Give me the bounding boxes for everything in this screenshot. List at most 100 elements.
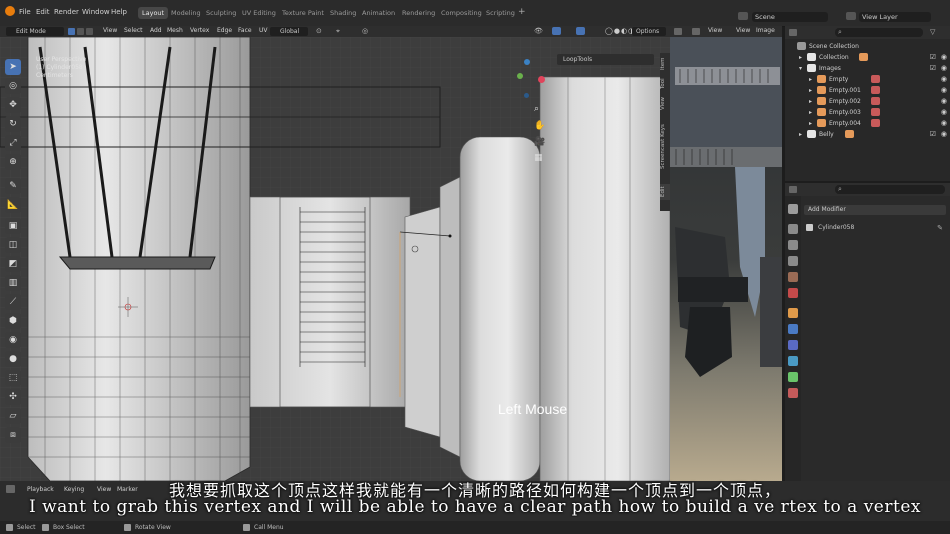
view-layer-selector[interactable]: View Layer	[859, 12, 931, 22]
modifier-tab-icon[interactable]	[788, 324, 798, 334]
outliner-row-belly[interactable]: ▸ Belly ☑ ◉	[785, 129, 950, 140]
expand-arrow-icon[interactable]: ▸	[809, 96, 812, 107]
outliner-row-collection[interactable]: ▸ Collection ☑ ◉	[785, 52, 950, 63]
tab-compositing[interactable]: Compositing	[437, 7, 486, 19]
img-menu-image[interactable]: Image	[756, 27, 775, 34]
output-tab-icon[interactable]	[788, 240, 798, 250]
mode-selector[interactable]: Edit Mode	[6, 27, 64, 36]
view-layer-icon[interactable]	[846, 12, 856, 20]
tab-animation[interactable]: Animation	[358, 7, 399, 19]
npanel-tab-view[interactable]: View	[660, 96, 670, 111]
vp-menu-face[interactable]: Face	[238, 27, 252, 34]
expand-arrow-icon[interactable]: ▸	[809, 85, 812, 96]
tab-modeling[interactable]: Modeling	[167, 7, 205, 19]
y-axis-icon[interactable]	[517, 73, 523, 79]
menu-window[interactable]: Window	[82, 8, 110, 16]
tab-rendering[interactable]: Rendering	[398, 7, 439, 19]
inset-tool-icon[interactable]: ◫	[5, 237, 21, 253]
x-axis-icon[interactable]	[538, 76, 545, 83]
poly-build-tool-icon[interactable]: ⬢	[5, 313, 21, 329]
blender-logo-icon[interactable]	[5, 6, 15, 16]
rotate-tool-icon[interactable]: ↻	[5, 116, 21, 132]
smooth-tool-icon[interactable]: ●	[5, 351, 21, 367]
filter-icon[interactable]: ▽	[930, 28, 935, 36]
overlay-toggle-icon[interactable]	[576, 27, 585, 35]
image-editor[interactable]: View View Image	[670, 26, 782, 481]
rip-tool-icon[interactable]: ⧈	[5, 427, 21, 443]
select-tool-icon[interactable]: ➤	[5, 59, 21, 75]
zoom-icon[interactable]: ⌕	[534, 104, 539, 114]
vp-menu-uv[interactable]: UV	[259, 27, 268, 34]
npanel-tab-screencast-keys[interactable]: Screencast Keys	[660, 115, 670, 179]
eye-icon[interactable]: ◉	[941, 74, 947, 85]
img-menu-view[interactable]: View	[708, 27, 722, 34]
render-tab-icon[interactable]	[788, 224, 798, 234]
object-tab-icon[interactable]	[788, 308, 798, 318]
vp-menu-edge[interactable]: Edge	[217, 27, 232, 34]
particles-tab-icon[interactable]	[788, 340, 798, 350]
loop-cut-tool-icon[interactable]: ▥	[5, 275, 21, 291]
gizmo-toggle-icon[interactable]	[552, 27, 561, 35]
properties-editor[interactable]: ⌕ Add Modifier Cylinder058 ✎	[785, 183, 950, 483]
shear-tool-icon[interactable]: ▱	[5, 408, 21, 424]
outliner-row-scene-collection[interactable]: Scene Collection	[785, 41, 950, 52]
vp-menu-mesh[interactable]: Mesh	[167, 27, 183, 34]
tab-texture-paint[interactable]: Texture Paint	[278, 7, 328, 19]
outliner-row-images[interactable]: ▾ Images ☑ ◉	[785, 63, 950, 74]
camera-icon[interactable]: 🎥	[534, 137, 545, 147]
edge-slide-tool-icon[interactable]: ⬚	[5, 370, 21, 386]
scene-selector[interactable]: Scene	[752, 12, 828, 22]
extrude-tool-icon[interactable]: ▣	[5, 218, 21, 234]
expand-arrow-icon[interactable]: ▸	[809, 118, 812, 129]
eye-icon[interactable]: ◉	[941, 107, 947, 118]
knife-tool-icon[interactable]: ⟋	[5, 294, 21, 310]
visibility-icon[interactable]: 👁	[534, 27, 543, 35]
image-mode-icon[interactable]	[692, 28, 700, 35]
add-workspace-icon[interactable]: +	[518, 7, 526, 17]
orientation-selector[interactable]: Global	[270, 27, 308, 36]
scene-tab-icon[interactable]	[788, 272, 798, 282]
tab-uv-editing[interactable]: UV Editing	[238, 7, 280, 19]
navigation-gizmo[interactable]	[517, 56, 545, 100]
tab-sculpting[interactable]: Sculpting	[202, 7, 240, 19]
data-tab-icon[interactable]	[788, 372, 798, 382]
tab-layout[interactable]: Layout	[138, 7, 169, 19]
outliner-row-empty-002[interactable]: ▸ Empty.002 ◉	[785, 96, 950, 107]
vp-menu-vertex[interactable]: Vertex	[190, 27, 209, 34]
face-select-icon[interactable]	[86, 28, 93, 35]
editor-type-icon[interactable]	[674, 28, 682, 35]
vp-menu-select[interactable]: Select	[124, 27, 143, 34]
menu-help[interactable]: Help	[111, 8, 127, 16]
scale-tool-icon[interactable]: ⤢	[5, 135, 21, 151]
properties-type-icon[interactable]	[789, 186, 797, 193]
eye-icon[interactable]: ◉	[941, 96, 947, 107]
edge-select-icon[interactable]	[77, 28, 84, 35]
pin-icon[interactable]: ✎	[937, 223, 943, 233]
checkbox-icon[interactable]: ☑	[930, 129, 936, 140]
outliner-row-empty[interactable]: ▸ Empty ◉	[785, 74, 950, 85]
npanel-tab-edit[interactable]: Edit	[660, 184, 670, 200]
annotate-tool-icon[interactable]: ✎	[5, 178, 21, 194]
scene-icon[interactable]	[738, 12, 748, 20]
properties-search-input[interactable]: ⌕	[835, 185, 945, 194]
outliner-type-icon[interactable]	[789, 29, 797, 36]
outliner-row-empty-001[interactable]: ▸ Empty.001 ◉	[785, 85, 950, 96]
z-axis-icon[interactable]	[524, 59, 530, 65]
material-tab-icon[interactable]	[788, 388, 798, 398]
expand-arrow-icon[interactable]: ▸	[799, 52, 802, 63]
expand-arrow-icon[interactable]: ▸	[799, 129, 802, 140]
eye-icon[interactable]: ◉	[941, 118, 947, 129]
cursor-tool-icon[interactable]: ◎	[5, 78, 21, 94]
view-layer-tab-icon[interactable]	[788, 256, 798, 266]
options-dropdown[interactable]: Options	[632, 27, 666, 36]
add-modifier-button[interactable]: Add Modifier	[804, 205, 946, 215]
tab-shading[interactable]: Shading	[326, 7, 360, 19]
bevel-tool-icon[interactable]: ◩	[5, 256, 21, 272]
eye-icon[interactable]: ◉	[941, 52, 947, 63]
checkbox-icon[interactable]: ☑	[930, 52, 936, 63]
move-tool-icon[interactable]: ✥	[5, 97, 21, 113]
3d-viewport[interactable]: User Perspective (1) Cylinder058 Centime…	[0, 37, 670, 481]
pan-hand-icon[interactable]: ✋	[534, 121, 545, 131]
shrink-fatten-tool-icon[interactable]: ✣	[5, 389, 21, 405]
menu-file[interactable]: File	[19, 8, 31, 16]
